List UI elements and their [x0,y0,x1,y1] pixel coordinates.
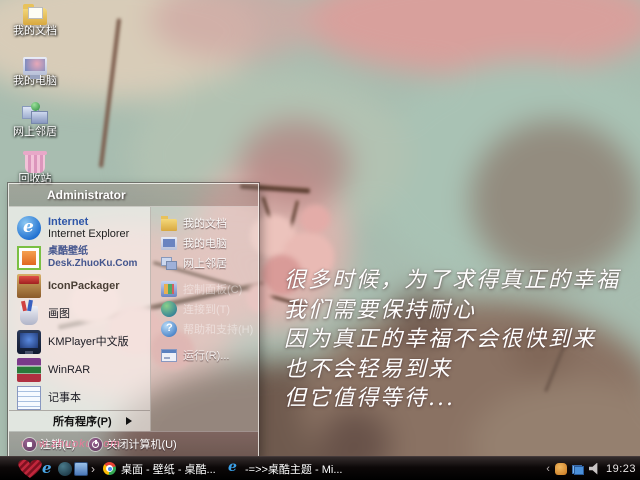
my-computer-icon [161,237,177,250]
collapse-chevron-icon[interactable]: ‹ [546,463,550,475]
menu-item-my-documents[interactable]: 我的文档 [151,213,258,233]
system-tray: ‹ 19:23 [546,457,636,480]
menu-item-winrar[interactable]: WinRAR [9,356,150,384]
chrome-icon [103,462,116,475]
menu-item-paint[interactable]: 画图 [9,300,150,328]
menu-item-label: WinRAR [48,364,91,376]
menu-item-internet-explorer[interactable]: Internet Internet Explorer [9,212,150,244]
kmplayer-icon [17,330,41,354]
all-programs-arrow-icon [125,417,132,425]
quote-line: 我们需要保持耐心 [284,297,477,323]
menu-item-label: 帮助和支持(H) [183,324,254,336]
menu-item-connect-to[interactable]: 连接到(T) [151,299,258,319]
quick-launch-ie[interactable] [40,457,54,480]
start-menu-user-header: Administrator [9,184,258,207]
menu-item-label: 我的电脑 [183,238,227,250]
username: Administrator [47,188,126,202]
menu-item-my-computer[interactable]: 我的电脑 [151,233,258,253]
menu-item-label: 连接到(T) [183,304,231,316]
menu-item-network-places[interactable]: 网上邻居 [151,253,258,273]
quote-line: 也不会轻易到来 [284,356,453,382]
menu-item-notepad[interactable]: 记事本 [9,384,150,412]
start-menu-footer: www.zhuoku.com 注销(L) 关闭计算机(U) [9,431,258,456]
iconpackager-icon [17,274,41,298]
my-documents-icon [161,215,177,231]
paint-icon [20,306,38,325]
volume-tray-icon[interactable] [588,462,598,475]
desktop-icon-label: 网上邻居 [13,126,57,138]
desktop-icon-my-documents[interactable]: 我的文档 [6,4,64,54]
desktop-icon-label: 我的文档 [13,25,57,37]
my-documents-icon [23,4,47,25]
wallpaper-quote: 很多时候，为了求得真正的幸福 我们需要保持耐心 因为真正的幸福不会很快到来 也不… [284,266,620,414]
menu-item-label: 运行(R)... [183,350,230,362]
menu-item-zhuoku-wallpaper[interactable]: 桌酷壁纸Desk.ZhuoKu.Com [9,244,150,272]
network-places-icon [161,255,177,271]
log-off-icon [23,437,36,451]
network-tray-icon[interactable] [571,463,584,475]
pet-tray-icon[interactable] [554,462,567,475]
recycle-bin-icon [23,151,47,173]
menu-item-label: 我的文档 [183,218,227,230]
ie-icon [227,459,240,475]
quick-launch-more-chevron[interactable]: › [91,457,95,480]
power-icon [89,437,103,451]
my-computer-icon [23,57,47,79]
menu-item-run[interactable]: 运行(R)... [151,345,258,365]
menu-item-label: 画图 [48,308,70,320]
taskbar-task-zhuoku-theme[interactable]: -=>>桌酷主题 - Mi... [227,457,343,480]
menu-item-iconpackager[interactable]: IconPackager [9,272,150,300]
run-icon [161,349,177,362]
menu-item-label: 桌酷壁纸Desk.ZhuoKu.Com [48,246,138,269]
taskbar: › 桌面 - 壁纸 - 桌酷... -=>>桌酷主题 - Mi... ‹ 19:… [0,456,640,480]
menu-item-label: KMPlayer中文版 [48,336,129,348]
quote-line: 但它值得等待... [284,386,455,412]
ie-icon [40,459,54,477]
control-panel-icon [161,281,177,297]
quick-launch-window[interactable] [74,457,88,480]
menu-item-label: Internet [48,216,89,228]
globe-icon [58,461,72,476]
menu-item-control-panel[interactable]: 控制面板(C) [151,279,258,299]
desktop-icon-my-computer[interactable]: 我的电脑 [6,57,64,103]
task-title: 桌面 - 壁纸 - 桌酷... [121,463,216,476]
taskbar-clock[interactable]: 19:23 [606,463,636,475]
menu-item-label: 控制面板(C) [183,284,243,296]
menu-item-label: 网上邻居 [183,258,227,270]
internet-explorer-icon [17,216,41,240]
quote-line: 因为真正的幸福不会很快到来 [284,327,597,353]
help-support-icon [161,321,177,337]
quick-launch-globe[interactable] [58,457,72,480]
menu-item-label: IconPackager [48,280,120,292]
menu-item-help-support[interactable]: 帮助和支持(H) [151,319,258,339]
more-chevron-icon: › [91,461,95,476]
menu-item-kmplayer[interactable]: KMPlayer中文版 [9,328,150,356]
connect-to-icon [161,301,177,317]
winrar-icon [17,358,41,382]
taskbar-task-wallpaper-browser[interactable]: 桌面 - 壁纸 - 桌酷... [103,457,216,480]
desktop-icon-network-places[interactable]: 网上邻居 [6,102,64,150]
quote-line: 很多时候，为了求得真正的幸福 [284,268,621,293]
notepad-icon [17,386,41,410]
start-menu: Administrator Internet Internet Explorer… [8,183,259,457]
menu-item-label: 记事本 [48,392,81,404]
menu-item-sublabel: Internet Explorer [48,228,130,240]
all-programs-button[interactable]: 所有程序(P) [9,410,150,431]
desktop-icon-list: 我的文档 我的电脑 网上邻居 回收站 [6,2,64,197]
start-menu-left-column: Internet Internet Explorer 桌酷壁纸Desk.Zhuo… [9,207,151,431]
zhuoku-wallpaper-icon [17,246,41,270]
network-places-icon [22,102,48,126]
task-title: -=>>桌酷主题 - Mi... [245,463,343,476]
window-icon [74,461,88,476]
all-programs-label: 所有程序(P) [53,416,112,428]
start-menu-right-column: 我的文档 我的电脑 网上邻居 控制面板(C) 连接到(T) ? 帮助和支持(H)… [151,207,258,431]
desktop: 很多时候，为了求得真正的幸福 我们需要保持耐心 因为真正的幸福不会很快到来 也不… [0,0,640,480]
